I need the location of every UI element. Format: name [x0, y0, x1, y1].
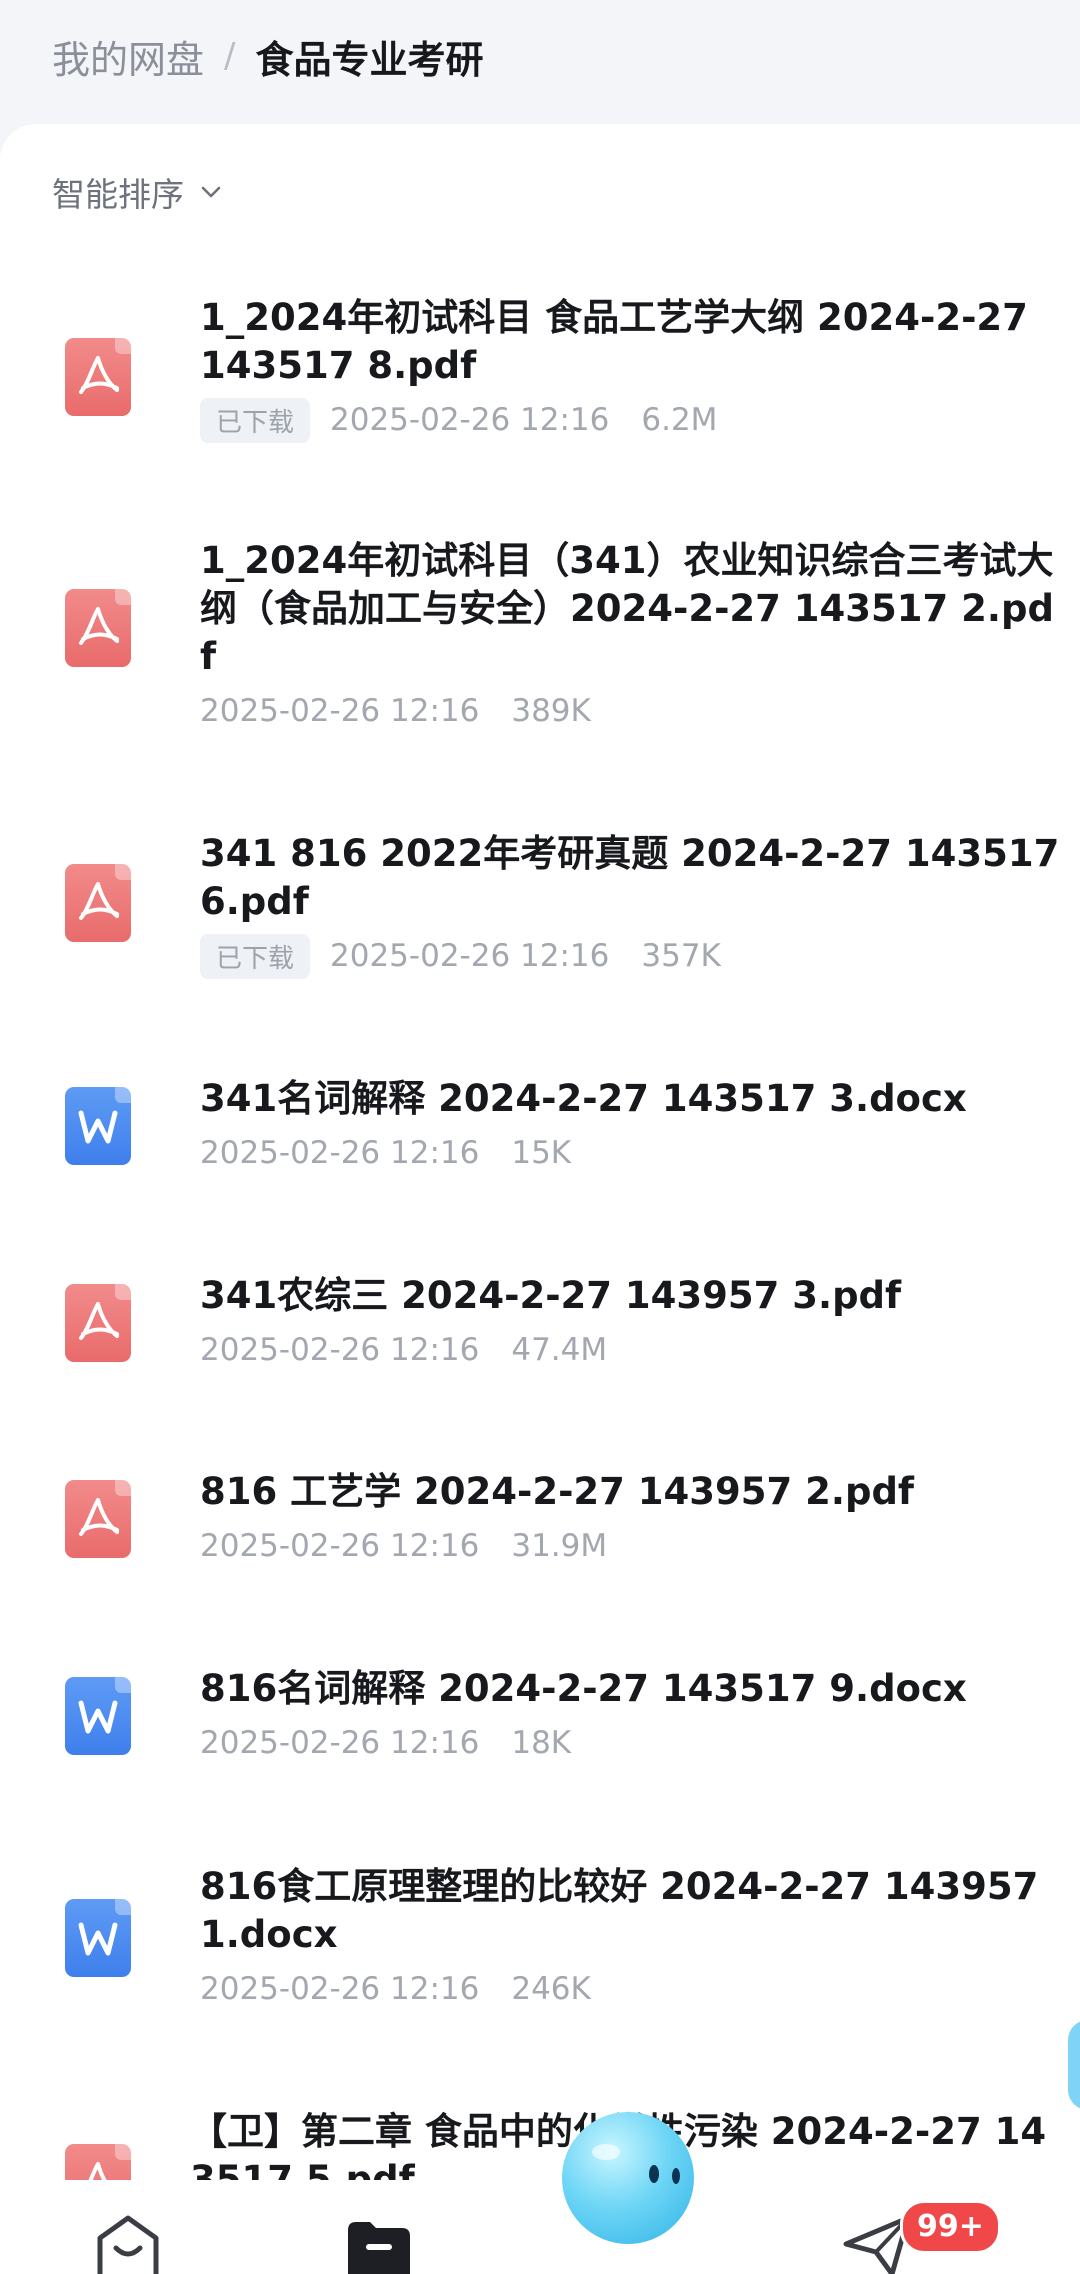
downloaded-badge: 已下载	[200, 933, 311, 979]
file-name: 341名词解释 2024-2-27 143517 3.docx	[200, 1077, 967, 1120]
file-date: 2025-02-26 12:16	[200, 1332, 480, 1368]
folder-icon[interactable]	[344, 2218, 414, 2274]
file-meta: 已下载 2025-02-26 12:16 357K	[200, 933, 721, 979]
file-name: 341 816 2022年考研真题 2024-2-27 143517 6.pdf	[200, 832, 1060, 923]
file-size: 31.9M	[511, 1528, 608, 1564]
pdf-file-icon	[65, 1284, 131, 1362]
file-meta: 已下载 2025-02-26 12:16 6.2M	[200, 397, 718, 443]
downloaded-badge: 已下载	[200, 397, 311, 443]
file-size: 246K	[511, 1971, 591, 2007]
pdf-file-icon	[65, 864, 131, 942]
sort-dropdown[interactable]: 智能排序	[52, 164, 224, 220]
file-size: 357K	[641, 938, 721, 974]
file-name: 816食工原理整理的比较好 2024-2-27 143957 1.docx	[200, 1865, 1039, 1956]
file-size: 18K	[511, 1725, 572, 1761]
file-size: 389K	[511, 693, 591, 729]
file-size: 6.2M	[641, 402, 718, 438]
file-row[interactable]: 【卫】第二章 食品中的化学性污染 2024-2-27 143517 5.pdf	[0, 2108, 1080, 2180]
file-name: 816 工艺学 2024-2-27 143957 2.pdf	[200, 1470, 915, 1513]
pdf-file-icon	[65, 1480, 131, 1558]
file-date: 2025-02-26 12:16	[200, 1528, 480, 1564]
file-meta: 2025-02-26 12:16 31.9M	[200, 1524, 607, 1568]
word-file-icon	[65, 1899, 131, 1977]
file-meta: 2025-02-26 12:16 18K	[200, 1721, 571, 1765]
assistant-bubble-icon[interactable]	[562, 2112, 694, 2244]
file-size: 47.4M	[511, 1332, 608, 1368]
word-file-icon	[65, 1087, 131, 1165]
pdf-file-icon	[65, 338, 131, 416]
word-file-icon	[65, 1677, 131, 1755]
file-name: 341农综三 2024-2-27 143957 3.pdf	[200, 1274, 902, 1317]
file-date: 2025-02-26 12:16	[330, 938, 610, 974]
file-name: 1_2024年初试科目（341）农业知识综合三考试大纲（食品加工与安全）2024…	[200, 539, 1054, 678]
file-date: 2025-02-26 12:16	[200, 1135, 480, 1171]
notification-count-badge: 99+	[900, 2200, 1001, 2254]
file-meta: 2025-02-26 12:16 15K	[200, 1131, 571, 1175]
home-icon[interactable]	[92, 2212, 164, 2274]
file-meta: 2025-02-26 12:16 246K	[200, 1967, 591, 2011]
breadcrumb-root-link[interactable]: 我的网盘	[52, 29, 204, 84]
file-name: 816名词解释 2024-2-27 143517 9.docx	[200, 1667, 967, 1710]
pdf-file-icon	[65, 2144, 131, 2180]
file-date: 2025-02-26 12:16	[200, 1971, 480, 2007]
file-meta: 2025-02-26 12:16 389K	[200, 689, 591, 733]
breadcrumb-separator: /	[224, 36, 236, 76]
breadcrumb: 我的网盘 / 食品专业考研	[52, 26, 484, 86]
chevron-down-icon	[201, 186, 221, 198]
file-name: 1_2024年初试科目 食品工艺学大纲 2024-2-27 143517 8.p…	[200, 296, 1028, 387]
file-list-panel: 智能排序 1_2024年初试科目 食品工艺学大纲 2024-2-27 14351…	[0, 124, 1080, 2274]
file-date: 2025-02-26 12:16	[200, 693, 480, 729]
breadcrumb-current-folder: 食品专业考研	[255, 37, 484, 82]
file-meta: 2025-02-26 12:16 47.4M	[200, 1328, 607, 1372]
pdf-file-icon	[65, 589, 131, 667]
sort-label: 智能排序	[52, 175, 184, 214]
file-date: 2025-02-26 12:16	[330, 402, 610, 438]
file-size: 15K	[511, 1135, 572, 1171]
file-date: 2025-02-26 12:16	[200, 1725, 480, 1761]
floating-assistant-edge-icon[interactable]	[1068, 2020, 1080, 2110]
